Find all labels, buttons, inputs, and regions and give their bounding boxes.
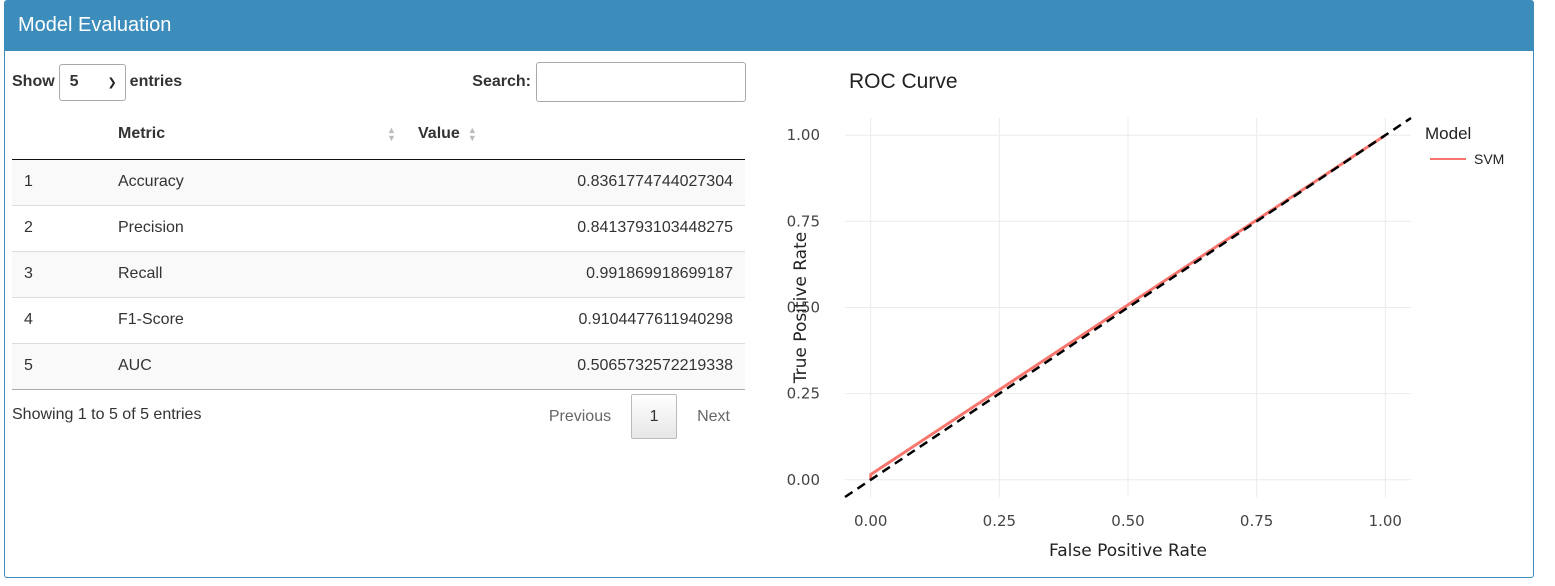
row-value: 0.8361774744027304 xyxy=(577,173,733,190)
sort-icon: ▲ ▼ xyxy=(387,125,396,143)
row-metric: Recall xyxy=(106,250,406,297)
y-axis-label: True Positive Rate xyxy=(791,232,811,384)
legend-item-svm[interactable]: SVM xyxy=(1430,151,1504,167)
table-row[interactable]: 2 Precision 0.8413793103448275 xyxy=(12,204,745,251)
panel-title: Model Evaluation xyxy=(5,1,1533,51)
row-metric: Accuracy xyxy=(118,173,184,190)
y-tick-label: 0.25 xyxy=(787,385,820,403)
search-label: Search: xyxy=(472,73,531,90)
row-value: 0.9104477611940298 xyxy=(406,296,745,343)
row-value: 0.5065732572219338 xyxy=(406,342,745,390)
table-row[interactable]: 3 Recall 0.991869918699187 xyxy=(12,250,745,297)
table-row[interactable]: 5 AUC 0.5065732572219338 xyxy=(12,342,745,390)
search-control: Search: xyxy=(472,62,746,102)
row-index: 1 xyxy=(24,173,33,190)
chevron-down-icon: ❯ xyxy=(107,76,117,89)
x-tick-label: 0.50 xyxy=(1111,512,1144,530)
y-tick-label: 1.00 xyxy=(787,126,820,144)
column-header-metric[interactable]: Metric ▲ ▼ xyxy=(106,110,406,160)
roc-chart: 0.00 0.25 0.50 0.75 1.000.000.250.500.751.00… xyxy=(787,116,1412,561)
column-header-value[interactable]: Value ▲ ▼ xyxy=(406,110,745,160)
legend-swatch xyxy=(1430,158,1466,160)
entries-select[interactable]: 5 ❯ xyxy=(58,63,126,101)
row-index: 3 xyxy=(12,250,106,297)
next-button[interactable]: Next xyxy=(681,395,746,439)
entries-select-value: 5 xyxy=(69,73,79,90)
table-info: Showing 1 to 5 of 5 entries xyxy=(12,406,202,423)
row-value: 0.991869918699187 xyxy=(406,250,745,297)
previous-button[interactable]: Previous xyxy=(533,395,627,439)
search-input[interactable] xyxy=(536,62,746,102)
row-metric: F1-Score xyxy=(106,296,406,343)
chart-title: ROC Curve xyxy=(849,70,958,93)
y-tick-label: 0.75 xyxy=(787,212,820,230)
row-index: 4 xyxy=(12,296,106,343)
legend-label: SVM xyxy=(1474,151,1505,167)
x-tick-label: 1.00 xyxy=(1369,512,1402,530)
entries-label: entries xyxy=(129,73,183,90)
pagination: Previous 1 Next xyxy=(533,394,746,439)
column-header-value-label: Value xyxy=(418,125,460,143)
sort-icon: ▲ ▼ xyxy=(467,125,477,144)
legend-title: Model xyxy=(1425,124,1472,143)
x-tick-label: 0.00 xyxy=(854,512,887,530)
row-metric: AUC xyxy=(106,342,406,390)
row-metric: Precision xyxy=(106,204,406,251)
table-header-row: Metric ▲ ▼ Value ▲ ▼ xyxy=(12,110,745,160)
page-1-button[interactable]: 1 xyxy=(631,394,678,439)
entries-length-control: Show 5 ❯ entries xyxy=(12,62,182,102)
x-tick-label: 0.25 xyxy=(983,512,1016,530)
row-index: 2 xyxy=(12,204,106,251)
column-header-metric-label: Metric xyxy=(118,125,166,143)
table-row[interactable]: 1 Accuracy 0.8361774744027304 xyxy=(12,159,745,205)
row-index: 5 xyxy=(12,342,106,390)
table-row[interactable]: 4 F1-Score 0.9104477611940298 xyxy=(12,296,745,343)
x-tick-label: 0.75 xyxy=(1240,512,1273,530)
column-header-index[interactable] xyxy=(12,110,106,160)
x-axis-label: False Positive Rate xyxy=(1049,541,1207,561)
show-label: Show xyxy=(12,73,55,90)
row-value: 0.8413793103448275 xyxy=(406,204,745,251)
metrics-table: Metric ▲ ▼ Value ▲ ▼ 1 Accuracy 0.836177474… xyxy=(12,110,745,390)
y-tick-label: 0.00 xyxy=(787,471,820,489)
